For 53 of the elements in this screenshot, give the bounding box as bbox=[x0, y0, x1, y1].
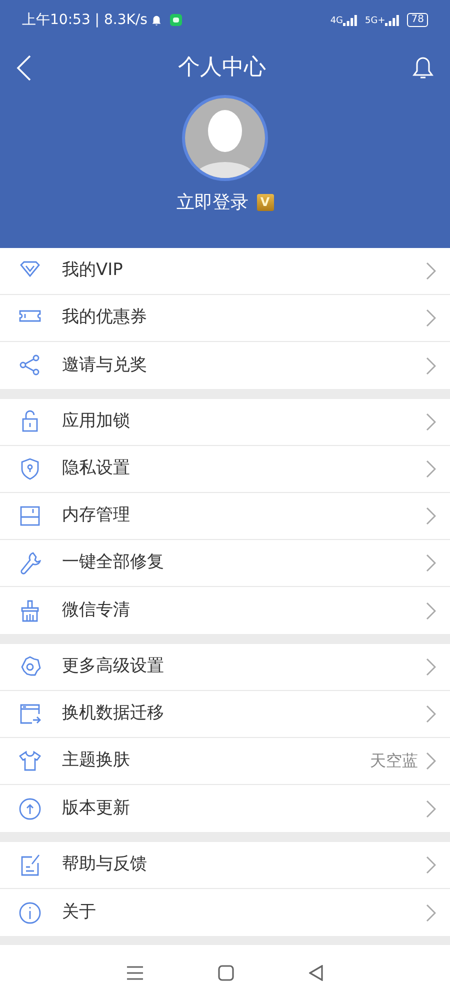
signal-icon bbox=[343, 14, 358, 26]
login-link[interactable]: 立即登录 bbox=[176, 189, 248, 216]
chevron-icon bbox=[426, 904, 436, 922]
chevron-icon bbox=[426, 262, 436, 280]
menu-label: 帮助与反馈 bbox=[62, 853, 147, 876]
menu-label: 换机数据迁移 bbox=[62, 702, 164, 726]
chevron-icon bbox=[426, 507, 436, 525]
signal-icon bbox=[385, 14, 400, 26]
menu-label: 关于 bbox=[62, 900, 96, 924]
chevron-icon bbox=[426, 356, 436, 374]
network-label: 5G+ bbox=[365, 16, 386, 26]
menu-label: 更多高级设置 bbox=[62, 655, 164, 678]
transfer-icon bbox=[18, 702, 42, 726]
menu-label: 邀请与兑奖 bbox=[62, 354, 147, 377]
vip-badge: V bbox=[256, 194, 274, 211]
wrench-icon bbox=[18, 551, 42, 575]
chevron-icon bbox=[426, 460, 436, 478]
page-title: 个人中心 bbox=[178, 54, 266, 82]
shirt-icon bbox=[18, 749, 42, 773]
back-nav-button[interactable] bbox=[308, 964, 323, 980]
chevron-icon bbox=[426, 752, 436, 770]
menu-label: 我的VIP bbox=[62, 259, 123, 282]
chevron-icon bbox=[426, 800, 436, 818]
app-icon bbox=[170, 14, 182, 26]
chevron-icon bbox=[426, 554, 436, 572]
battery-indicator: 78 bbox=[407, 13, 428, 27]
chevron-icon bbox=[426, 309, 436, 327]
menu-label: 一键全部修复 bbox=[62, 551, 164, 574]
menu-label: 微信专清 bbox=[62, 598, 130, 622]
notification-bell-button[interactable] bbox=[412, 56, 434, 80]
chevron-icon bbox=[426, 602, 436, 620]
network-label: 4G bbox=[330, 16, 344, 26]
menu-label: 内存管理 bbox=[62, 504, 130, 528]
chevron-icon bbox=[426, 856, 436, 874]
chevron-icon bbox=[426, 705, 436, 723]
menu-value: 天空蓝 bbox=[370, 750, 418, 772]
status-time: 上午10:53 | 8.3K/s bbox=[22, 10, 148, 30]
notification-icon bbox=[151, 14, 162, 26]
share-icon bbox=[18, 354, 42, 378]
menu-label: 版本更新 bbox=[62, 796, 130, 820]
back-button[interactable] bbox=[16, 54, 32, 80]
info-icon bbox=[18, 900, 42, 924]
chevron-icon bbox=[426, 413, 436, 431]
menu-label: 我的优惠券 bbox=[62, 306, 147, 330]
menu-button[interactable] bbox=[127, 966, 144, 980]
home-button[interactable] bbox=[218, 964, 234, 980]
avatar[interactable] bbox=[182, 95, 268, 181]
menu-label: 主题换肤 bbox=[62, 749, 130, 772]
update-icon bbox=[18, 796, 42, 820]
menu-label: 应用加锁 bbox=[62, 410, 130, 434]
storage-icon bbox=[18, 504, 42, 528]
chevron-icon bbox=[426, 658, 436, 676]
menu-label: 隐私设置 bbox=[62, 457, 130, 480]
